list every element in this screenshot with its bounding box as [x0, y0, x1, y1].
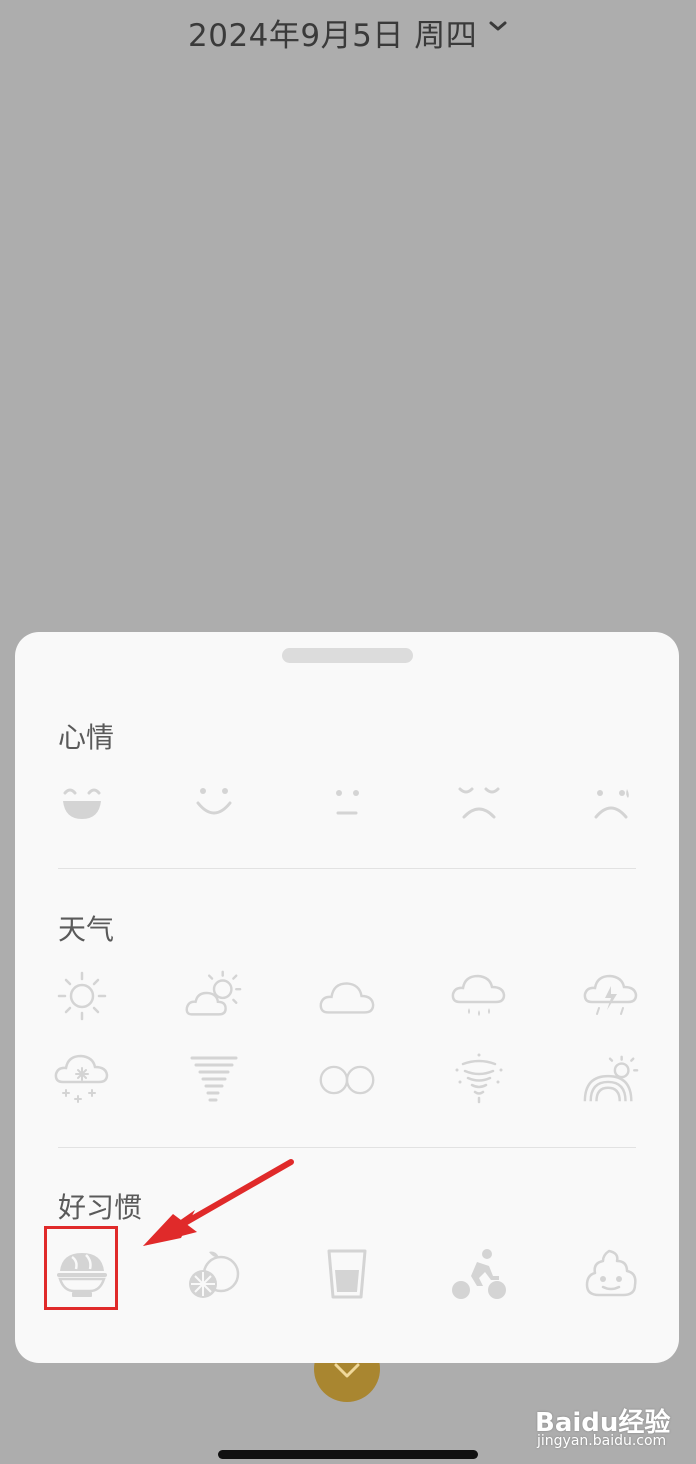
home-indicator[interactable]: [218, 1450, 478, 1459]
section-divider: [58, 868, 636, 869]
annotation-arrow-icon: [143, 1159, 294, 1246]
section-title-weather: 天气: [58, 913, 115, 946]
rain-cloud-icon[interactable]: [449, 968, 509, 1024]
cycling-icon[interactable]: [449, 1246, 509, 1302]
chevron-down-icon: [334, 1363, 360, 1378]
fruit-icon[interactable]: [184, 1246, 244, 1302]
highlight-box: [44, 1226, 118, 1310]
section-title-habits: 好习惯: [58, 1191, 143, 1224]
sun-icon[interactable]: [52, 968, 112, 1024]
snow-cloud-icon[interactable]: [52, 1052, 112, 1108]
section-title-mood: 心情: [58, 721, 115, 754]
annoyed-face-icon[interactable]: [449, 774, 509, 830]
sad-face-icon[interactable]: [581, 774, 641, 830]
watermark: Baidu经验 jingyan.baidu.com: [535, 1402, 670, 1450]
drag-handle[interactable]: [282, 648, 413, 663]
fog-icon[interactable]: [317, 1052, 377, 1108]
chevron-down-icon[interactable]: [487, 18, 509, 34]
tornado-icon[interactable]: [449, 1052, 509, 1108]
partly-cloudy-icon[interactable]: [184, 968, 244, 1024]
poop-icon[interactable]: [581, 1246, 641, 1302]
smiling-face-icon[interactable]: [184, 774, 244, 830]
haze-icon[interactable]: [184, 1052, 244, 1108]
rainbow-icon[interactable]: [581, 1052, 641, 1108]
bottom-sheet: 心情 天气 好习惯: [15, 632, 679, 1363]
cloud-icon[interactable]: [317, 968, 377, 1024]
neutral-face-icon[interactable]: [317, 774, 377, 830]
thunderstorm-icon[interactable]: [581, 968, 641, 1024]
watermark-url: jingyan.baidu.com: [537, 1433, 667, 1449]
laughing-face-icon[interactable]: [52, 774, 112, 830]
water-glass-icon[interactable]: [317, 1246, 377, 1302]
date-title[interactable]: 2024年9月5日 周四: [188, 10, 477, 55]
top-bar: 2024年9月5日 周四: [0, 0, 696, 60]
section-divider: [58, 1147, 636, 1148]
